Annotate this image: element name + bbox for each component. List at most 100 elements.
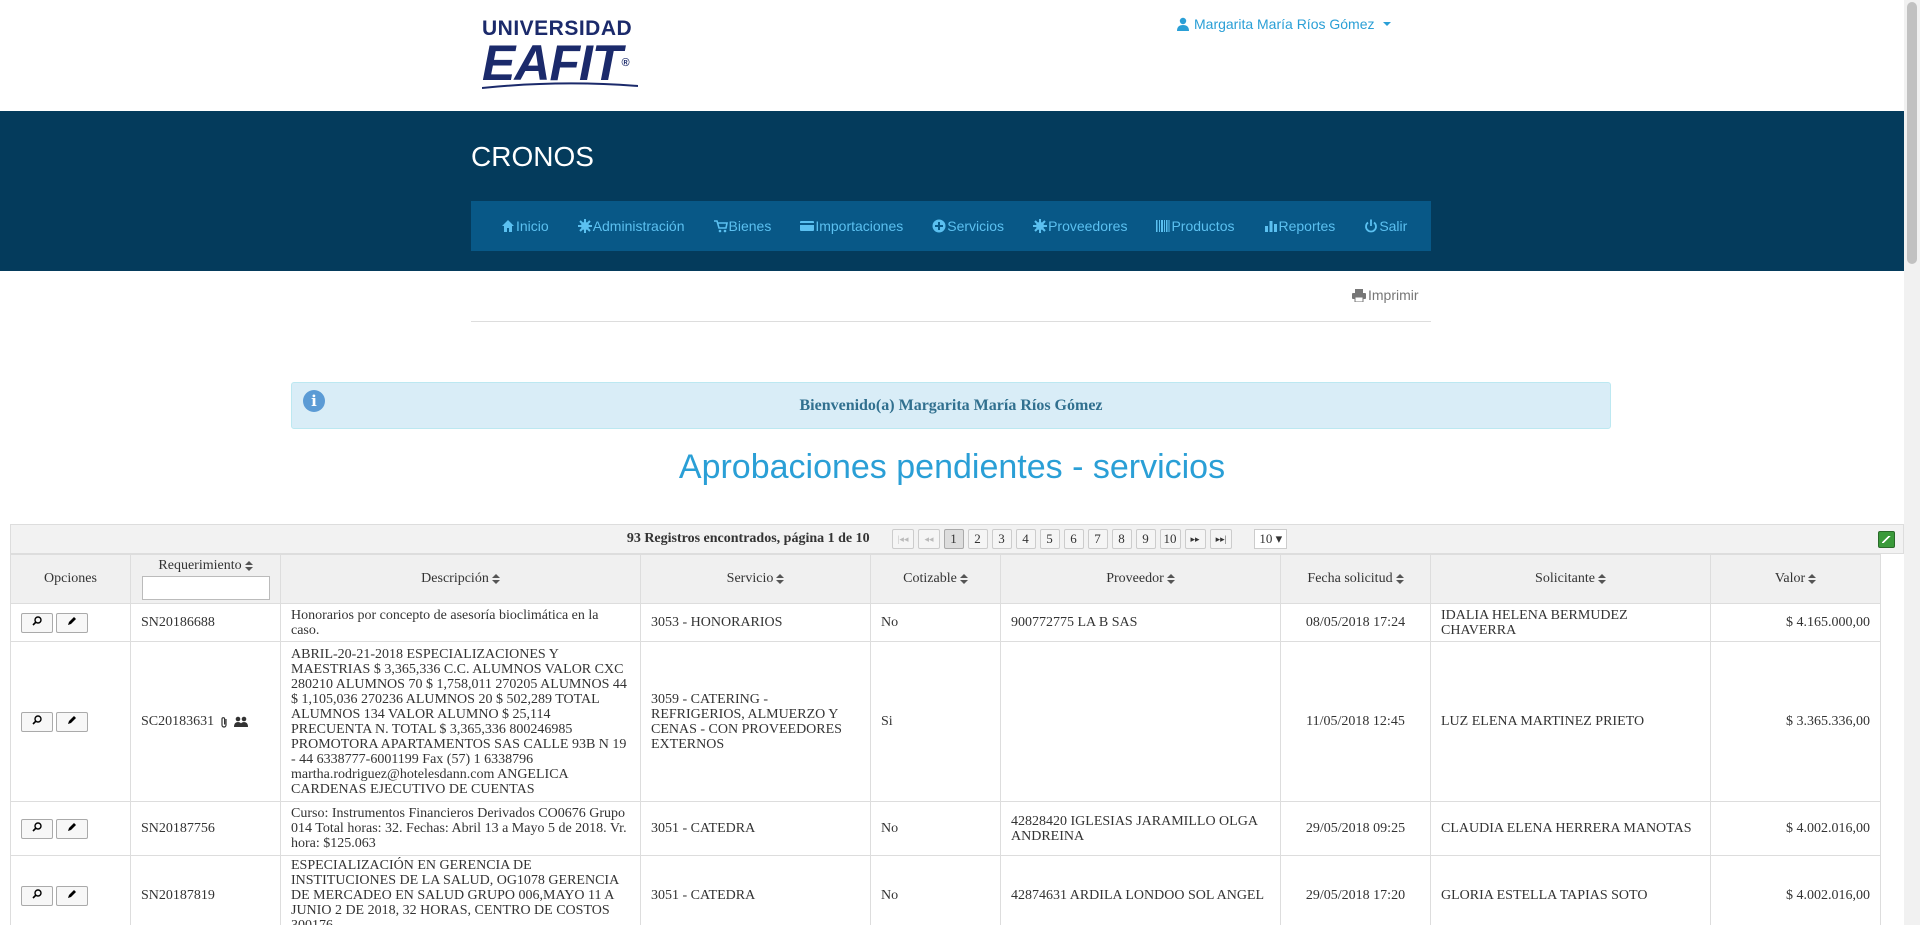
column-header[interactable]: Requerimiento bbox=[130, 554, 281, 604]
column-header-label: Fecha solicitud bbox=[1307, 571, 1393, 586]
table-row[interactable]: SC20183631 ABRIL-20-21-2018 ESPECIALIZACI… bbox=[10, 641, 1881, 802]
nav-item-label: Administración bbox=[592, 218, 685, 234]
column-header[interactable]: Cotizable bbox=[870, 554, 1001, 604]
requirement-cell: SC20183631 bbox=[130, 641, 281, 802]
sort-icon[interactable] bbox=[1395, 573, 1404, 584]
nav-item-importaciones[interactable]: Importaciones bbox=[800, 218, 903, 234]
column-header[interactable]: Solicitante bbox=[1430, 554, 1711, 604]
column-header[interactable]: Valor bbox=[1710, 554, 1881, 604]
nav-item-productos[interactable]: Productos bbox=[1156, 218, 1235, 234]
sort-icon[interactable] bbox=[244, 560, 253, 571]
table-row[interactable]: SN20187756 Curso: Instrumentos Financiero… bbox=[10, 801, 1881, 856]
request-date-cell: 08/05/2018 17:24 bbox=[1280, 603, 1431, 642]
value-cell: $ 4.002.016,00 bbox=[1710, 855, 1881, 925]
excel-export-icon[interactable] bbox=[1878, 531, 1895, 548]
search-icon bbox=[32, 821, 42, 832]
view-button[interactable] bbox=[21, 612, 53, 633]
page-link[interactable]: 5 bbox=[1039, 529, 1060, 549]
print-label: Imprimir bbox=[1368, 287, 1419, 303]
prev-page-button[interactable]: ◂◂ bbox=[918, 529, 940, 549]
page-size-select[interactable]: 10 ▾ bbox=[1254, 529, 1288, 549]
sort-icon[interactable] bbox=[959, 573, 968, 584]
column-header-label: Descripción bbox=[421, 571, 489, 586]
nav-item-reportes[interactable]: Reportes bbox=[1264, 218, 1336, 234]
nav-item-proveedores[interactable]: Proveedores bbox=[1033, 218, 1127, 234]
requirement-id: SN20186688 bbox=[141, 615, 215, 630]
page-link[interactable]: 8 bbox=[1111, 529, 1132, 549]
view-button[interactable] bbox=[21, 818, 53, 839]
printer-icon bbox=[1352, 288, 1366, 302]
request-date-cell: 11/05/2018 12:45 bbox=[1280, 641, 1431, 802]
nav-item-servicios[interactable]: Servicios bbox=[932, 218, 1004, 234]
column-header-label: Opciones bbox=[44, 571, 97, 586]
column-header[interactable]: Fecha solicitud bbox=[1280, 554, 1431, 604]
service-cell: 3051 - CATEDRA bbox=[640, 855, 871, 925]
value-cell: $ 4.165.000,00 bbox=[1710, 603, 1881, 642]
page-links: 1 2 3 4 5 6 7 8 9 10 bbox=[943, 529, 1185, 549]
sort-icon[interactable] bbox=[1166, 573, 1175, 584]
table-row[interactable]: SN20187819 ESPECIALIZACIÓN EN GERENCIA DE… bbox=[10, 855, 1881, 925]
users-icon[interactable] bbox=[234, 716, 249, 727]
main-nav: Inicio Administración Bienes Importaciones S… bbox=[471, 201, 1431, 251]
column-header[interactable]: Servicio bbox=[640, 554, 871, 604]
pencil-icon bbox=[68, 715, 76, 724]
scrollbar-thumb[interactable] bbox=[1907, 2, 1917, 264]
user-menu[interactable]: Margarita María Ríos Gómez bbox=[1176, 16, 1391, 32]
requester-cell: LUZ ELENA MARTINEZ PRIETO bbox=[1430, 641, 1711, 802]
logo-line2: EAFIT® bbox=[482, 35, 630, 91]
view-button[interactable] bbox=[21, 885, 53, 906]
bar-chart-icon bbox=[1264, 219, 1279, 233]
requerimiento-filter-input[interactable] bbox=[141, 576, 270, 600]
nav-item-label: Servicios bbox=[947, 218, 1005, 234]
user-icon bbox=[1177, 17, 1189, 31]
sort-icon[interactable] bbox=[776, 573, 785, 584]
paperclip-icon[interactable] bbox=[220, 716, 230, 728]
page-link[interactable]: 9 bbox=[1135, 529, 1156, 549]
page-link[interactable]: 6 bbox=[1063, 529, 1084, 549]
edit-button[interactable] bbox=[56, 711, 88, 732]
column-header-label: Proveedor bbox=[1106, 571, 1164, 586]
quotable-cell: No bbox=[870, 801, 1001, 856]
provider-cell bbox=[1000, 641, 1281, 802]
edit-button[interactable] bbox=[56, 818, 88, 839]
page-link[interactable]: 3 bbox=[991, 529, 1012, 549]
requester-cell: CLAUDIA ELENA HERRERA MANOTAS bbox=[1430, 801, 1711, 856]
nav-item-label: Salir bbox=[1379, 218, 1408, 234]
sort-icon[interactable] bbox=[1808, 573, 1817, 584]
column-header[interactable]: Descripción bbox=[280, 554, 641, 604]
app-banner: CRONOS Inicio Administración Bienes Importa… bbox=[0, 111, 1904, 271]
approvals-table-container: 93 Registros encontrados, página 1 de 10… bbox=[10, 524, 1904, 925]
page-link[interactable]: 4 bbox=[1015, 529, 1036, 549]
page-link[interactable]: 7 bbox=[1087, 529, 1108, 549]
nav-item-label: Reportes bbox=[1278, 218, 1336, 234]
page-link[interactable]: 2 bbox=[967, 529, 988, 549]
print-link[interactable]: Imprimir bbox=[1352, 287, 1419, 303]
column-header[interactable]: Proveedor bbox=[1000, 554, 1281, 604]
sort-icon[interactable] bbox=[1597, 573, 1606, 584]
nav-item-inicio[interactable]: Inicio bbox=[501, 218, 549, 234]
edit-button[interactable] bbox=[56, 612, 88, 633]
nav-item-administracion[interactable]: Administración bbox=[577, 218, 685, 234]
sort-icon[interactable] bbox=[491, 573, 500, 584]
nav-item-salir[interactable]: Salir bbox=[1364, 218, 1407, 234]
requirement-id: SN20187756 bbox=[141, 821, 215, 836]
home-icon bbox=[501, 219, 516, 233]
nav-item-bienes[interactable]: Bienes bbox=[713, 218, 771, 234]
last-page-button[interactable]: ▸▸| bbox=[1209, 529, 1233, 549]
next-page-button[interactable]: ▸▸ bbox=[1184, 529, 1206, 549]
plus-circle-icon bbox=[932, 219, 947, 233]
page-link[interactable]: 10 bbox=[1159, 529, 1181, 549]
edit-button[interactable] bbox=[56, 885, 88, 906]
view-button[interactable] bbox=[21, 711, 53, 732]
logo-swoosh bbox=[482, 82, 638, 89]
table-row[interactable]: SN20186688 Honorarios por concepto de ase… bbox=[10, 603, 1881, 642]
pencil-icon bbox=[68, 616, 76, 625]
requirement-cell: SN20186688 bbox=[130, 603, 281, 642]
gear-icon bbox=[577, 219, 593, 233]
request-date-cell: 29/05/2018 09:25 bbox=[1280, 801, 1431, 856]
page-link[interactable]: 1 bbox=[943, 529, 964, 549]
eafit-logo[interactable]: UNIVERSIDAD EAFIT® bbox=[482, 18, 642, 90]
first-page-button[interactable]: |◂◂ bbox=[891, 529, 915, 549]
column-header-label: Requerimiento bbox=[158, 558, 242, 573]
page-scrollbar[interactable] bbox=[1904, 0, 1920, 925]
